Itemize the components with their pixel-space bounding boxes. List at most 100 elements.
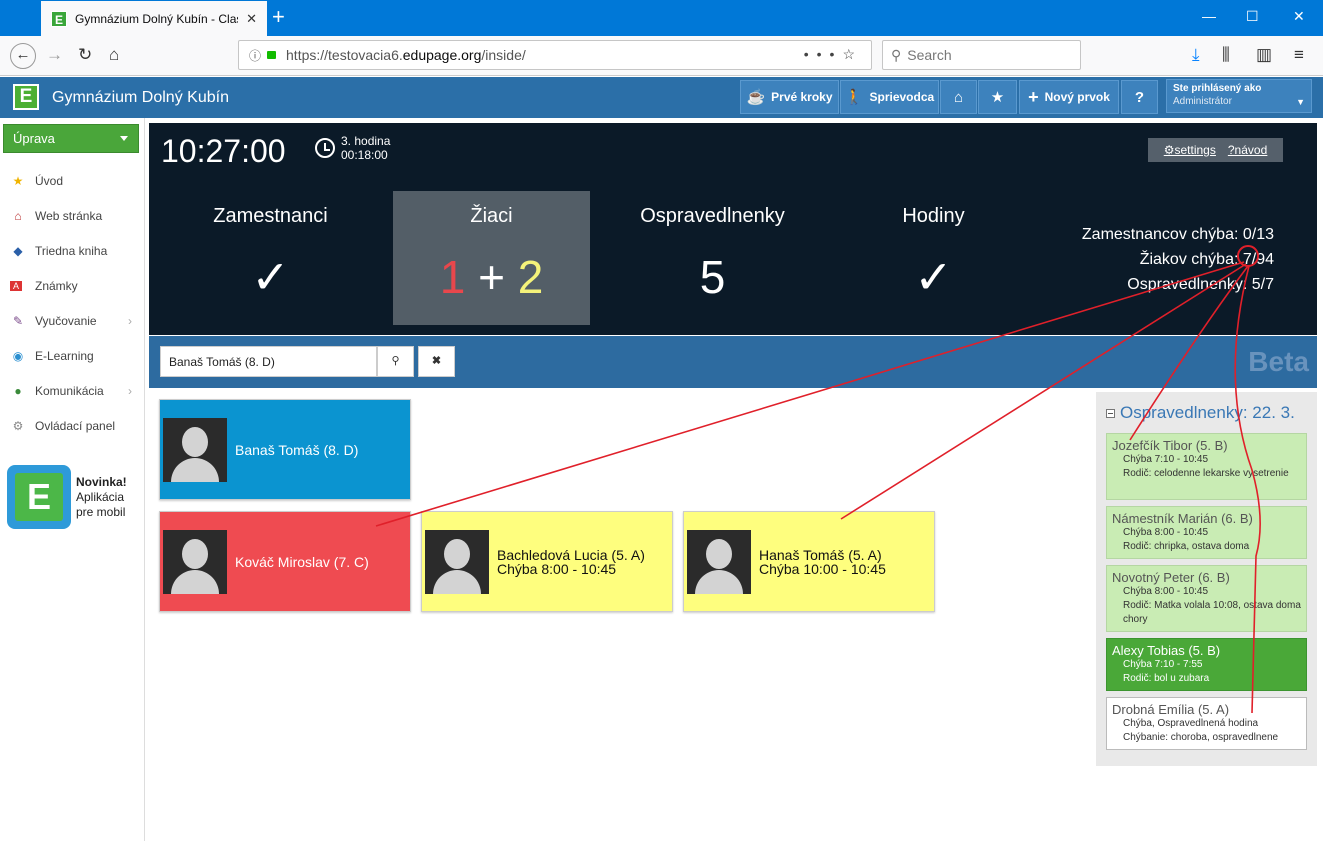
card-text: Banaš Tomáš (8. D)	[235, 443, 358, 457]
settings-link[interactable]: ⚙settings	[1164, 143, 1216, 157]
stat-employees[interactable]: Zamestnanci ✓	[172, 191, 369, 325]
stat-excuses[interactable]: Ospravedlnenky 5	[614, 191, 811, 325]
school-name[interactable]: Gymnázium Dolný Kubín	[52, 89, 229, 107]
menu-icon[interactable]: ≡	[1294, 45, 1304, 65]
caret-down-icon	[120, 136, 128, 141]
new-item-button[interactable]: + Nový prvok	[1019, 80, 1119, 114]
edupage-app-icon: E	[15, 473, 63, 521]
excuse-time: Chýba, Ospravedlnená hodina	[1123, 718, 1259, 729]
new-tab-icon[interactable]: +	[272, 6, 285, 28]
forward-icon[interactable]: →	[46, 45, 63, 65]
student-search-input[interactable]: Banaš Tomáš (8. D)	[160, 346, 377, 377]
close-window-icon[interactable]: ✕	[1293, 8, 1305, 25]
home-icon[interactable]: ⌂	[109, 45, 119, 65]
sidebar-item-uvod[interactable]: ★ Úvod	[10, 171, 63, 191]
help-button[interactable]: ?	[1121, 80, 1158, 114]
browser-search-input[interactable]: ⚲ Search	[882, 40, 1081, 70]
plus-sign: +	[478, 251, 505, 303]
avatar	[163, 529, 227, 594]
current-period: 3. hodina 00:18:00	[341, 134, 390, 162]
excuses-header[interactable]: Ospravedlnenky: 22. 3.	[1106, 403, 1295, 423]
sidebar-toggle-icon[interactable]: ▥	[1256, 45, 1272, 65]
sidebar-item-class-book[interactable]: ◆ Triedna kniha	[10, 241, 107, 261]
close-icon: ✖	[431, 355, 442, 367]
info-icon[interactable]: ⓘ	[249, 47, 261, 64]
maximize-icon[interactable]: ☐	[1246, 8, 1259, 25]
download-icon[interactable]: ⤓	[1192, 45, 1200, 65]
clock-icon	[315, 138, 335, 158]
minimize-icon[interactable]: —	[1202, 8, 1216, 24]
avatar	[687, 529, 751, 594]
library-icon[interactable]: ⫼	[1222, 45, 1230, 65]
guide-button[interactable]: 🚶 Sprievodca	[840, 80, 939, 114]
summary-excuses: Ospravedlnenky: 5/7	[1127, 276, 1274, 293]
chevron-right-icon: ›	[128, 384, 132, 398]
star-icon: ★	[990, 89, 1005, 106]
browser-tab-bar: E Gymnázium Dolný Kubín - Class ✕ + — ☐ …	[0, 0, 1323, 36]
excuse-item[interactable]: Drobná Emília (5. A) Chýba, Ospravedlnen…	[1106, 697, 1307, 750]
excuse-item[interactable]: Jozefčík Tibor (5. B) Chýba 7:10 - 10:45…	[1106, 433, 1307, 500]
excuse-reason: Rodič: celodenne lekarske vysetrenie	[1123, 468, 1289, 479]
excuse-time: Chýba 7:10 - 10:45	[1123, 454, 1209, 465]
close-tab-icon[interactable]: ✕	[246, 11, 257, 27]
sidebar-item-control-panel[interactable]: ⚙ Ovládací panel	[10, 416, 115, 436]
student-card[interactable]: Hanaš Tomáš (5. A) Chýba 10:00 - 10:45	[683, 511, 935, 612]
chevron-down-icon: ▼	[1296, 97, 1305, 107]
sidebar-item-communication[interactable]: ● Komunikácia ›	[10, 381, 143, 401]
excuse-student: Drobná Emília (5. A)	[1112, 702, 1230, 717]
help-link[interactable]: ?návod	[1228, 143, 1267, 157]
home-button[interactable]: ⌂	[940, 80, 977, 114]
edit-dropdown[interactable]: Úprava	[3, 124, 139, 153]
stat-students[interactable]: Žiaci 1 + 2	[393, 191, 590, 325]
page-actions-icon[interactable]: •••☆	[804, 46, 863, 63]
excuse-item[interactable]: Novotný Peter (6. B) Chýba 8:00 - 10:45 …	[1106, 565, 1307, 632]
search-icon: ⚲	[891, 46, 902, 63]
student-card[interactable]: Bachledová Lucia (5. A) Chýba 8:00 - 10:4…	[421, 511, 673, 612]
reload-icon[interactable]: ↻	[78, 45, 92, 65]
sidebar-item-web[interactable]: ⌂ Web stránka	[10, 206, 102, 226]
stat-label: Ospravedlnenky	[640, 205, 785, 227]
stat-label: Zamestnanci	[213, 205, 328, 227]
app-header: E Gymnázium Dolný Kubín ☕ Prvé kroky 🚶 Spr…	[0, 77, 1323, 118]
first-steps-button[interactable]: ☕ Prvé kroky	[740, 80, 839, 114]
search-button[interactable]: ⚲	[377, 346, 414, 377]
sidebar-item-teaching[interactable]: ✎ Vyučovanie ›	[10, 311, 143, 331]
beta-label: Beta	[1248, 346, 1309, 377]
excuse-item[interactable]: Alexy Tobias (5. B) Chýba 7:10 - 7:55 Ro…	[1106, 638, 1307, 691]
excuses-panel: Ospravedlnenky: 22. 3. Jozefčík Tibor (5…	[1096, 392, 1317, 766]
excuse-item[interactable]: Námestník Marián (6. B) Chýba 8:00 - 10:…	[1106, 506, 1307, 559]
promo-line1: Aplikácia	[76, 490, 125, 504]
student-name: Banaš Tomáš (8. D)	[235, 441, 359, 458]
excuse-student: Námestník Marián (6. B)	[1112, 511, 1253, 526]
period-time: 00:18:00	[341, 148, 388, 162]
walker-icon: 🚶	[844, 89, 864, 106]
clear-button[interactable]: ✖	[418, 346, 455, 377]
mobile-app-promo[interactable]: Novinka! Aplikácia pre mobil	[76, 475, 127, 520]
student-name: Bachledová Lucia (5. A)	[497, 546, 645, 563]
card-text: Kováč Miroslav (7. C)	[235, 555, 369, 569]
excuse-time: Chýba 8:00 - 10:45	[1123, 527, 1209, 538]
edupage-logo[interactable]: E	[13, 84, 39, 110]
student-name: Kováč Miroslav (7. C)	[235, 553, 369, 570]
favorites-button[interactable]: ★	[978, 80, 1017, 114]
browser-tab[interactable]: E Gymnázium Dolný Kubín - Class ✕	[41, 1, 267, 36]
back-icon[interactable]: ←	[10, 43, 36, 69]
excuse-student: Jozefčík Tibor (5. B)	[1112, 438, 1228, 453]
url-bar[interactable]: ⓘ https://testovacia6. edupage.org/inside…	[238, 40, 872, 70]
student-card[interactable]: Kováč Miroslav (7. C)	[159, 511, 411, 612]
sidebar-item-elearning[interactable]: ◉ E-Learning	[10, 346, 94, 366]
collapse-icon[interactable]	[1106, 408, 1115, 418]
excuse-time: Chýba 7:10 - 7:55	[1123, 659, 1203, 670]
avatar	[425, 529, 489, 594]
excuse-reason: Rodič: chripka, ostava doma	[1123, 541, 1250, 552]
excuse-time: Chýba 8:00 - 10:45	[1123, 586, 1209, 597]
sidebar-item-grades[interactable]: A Známky	[10, 276, 78, 296]
user-menu[interactable]: Ste prihlásený ako Administrátor ▼	[1166, 79, 1312, 113]
mobile-app-logo[interactable]: E	[7, 465, 71, 529]
book-icon: ◆	[13, 244, 23, 258]
student-card[interactable]: Banaš Tomáš (8. D)	[159, 399, 411, 500]
stat-lessons[interactable]: Hodiny ✓	[835, 191, 1032, 325]
absence-time: Chýba 10:00 - 10:45	[759, 560, 886, 577]
avatar	[163, 417, 227, 482]
teaching-icon: ✎	[12, 314, 24, 328]
